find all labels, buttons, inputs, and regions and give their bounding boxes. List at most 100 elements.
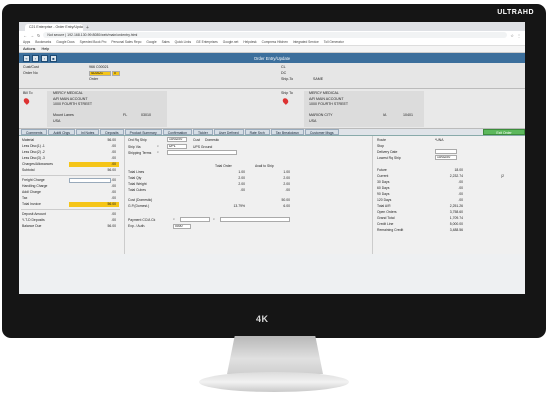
totals-label: Balance Due xyxy=(22,224,42,228)
order-tab[interactable]: Comments xyxy=(21,129,48,135)
monitor-stand-neck xyxy=(227,336,323,374)
aging-value: .00 xyxy=(458,198,463,202)
address-panel: Bill To MERCY MEDICAL A/R MAIN ACCOUNT 1… xyxy=(19,89,525,129)
bookmark-item[interactable]: Integrated Service xyxy=(293,40,319,44)
payment-desc-field[interactable] xyxy=(220,217,290,222)
exp-field[interactable]: 0000 xyxy=(173,224,191,229)
brand-label: ULTRAHD xyxy=(497,9,534,16)
ship-to-name: MERCY MEDICAL xyxy=(309,91,339,95)
bill-to-state: FL xyxy=(123,113,128,117)
ship-to-label: Ship-To xyxy=(281,77,294,81)
order-tab[interactable]: Product Summary xyxy=(124,129,162,135)
bookmark-item[interactable]: Speeded Book Pro xyxy=(80,40,107,44)
payment-field[interactable] xyxy=(180,217,210,222)
location-pin-icon xyxy=(281,97,290,105)
order-suffix-field[interactable]: 0 xyxy=(112,71,120,76)
grid-total: 1.00 xyxy=(238,170,245,174)
bookmark-item[interactable]: Bookmarks xyxy=(35,40,51,44)
bookmark-item[interactable]: GE Enterprises xyxy=(196,40,218,44)
order-no-label: Order No xyxy=(23,71,38,75)
divider xyxy=(21,175,120,176)
totals-value: .00 xyxy=(111,144,116,148)
menu-actions[interactable]: Actions xyxy=(23,47,35,51)
aging-label: 90 Days xyxy=(377,192,390,196)
order-tab[interactable]: Confirmation xyxy=(162,129,192,135)
bookmark-item[interactable]: Personal Sales Repo xyxy=(111,40,141,44)
photo-stage: ULTRAHD 4K C21 Enterprise - Order Entry/… xyxy=(0,0,548,411)
bookmark-item[interactable]: Google Docs xyxy=(56,40,74,44)
grid-avail: 1.00 xyxy=(283,170,290,174)
order-tab[interactable]: Customer Msgs xyxy=(304,129,339,135)
back-icon[interactable]: ← xyxy=(23,33,27,38)
totals-label: Subtotal xyxy=(22,168,35,172)
totals-value: .00 xyxy=(111,150,116,154)
grid-label: Total Qty xyxy=(128,176,142,180)
delivery-date-field[interactable] xyxy=(435,149,457,154)
order-tab[interactable]: User Defined xyxy=(213,129,244,135)
exit-order-button[interactable]: Exit Order xyxy=(483,129,525,135)
aging-label: 30 Days xyxy=(377,180,390,184)
aging-label: 120 Days xyxy=(377,198,392,202)
bookmarks-bar: Apps Bookmarks Google Docs Speeded Book Pro… xyxy=(19,39,525,46)
bill-to-line2: 1000 FOURTH STREET xyxy=(53,102,93,106)
bookmark-item[interactable]: Apps xyxy=(23,40,30,44)
reload-icon[interactable]: ↻ xyxy=(37,33,40,38)
new-tab-button[interactable]: + xyxy=(86,25,89,31)
freight-input[interactable] xyxy=(69,177,111,183)
order-tab[interactable]: Tax Breakdown xyxy=(270,129,304,135)
aging-label: Current xyxy=(377,174,389,178)
aging-value: 2,232.74 xyxy=(449,174,463,178)
browser-urlbar: ← → ↻ Not secure | 192.168.130.99:8080/w… xyxy=(19,31,525,39)
totals-value: .00 xyxy=(111,196,116,200)
order-no-field[interactable]: 4C0021 xyxy=(89,71,111,76)
browser-tab[interactable]: C21 Enterprise - Order Entry/Update xyxy=(25,24,83,31)
totals-label: Addl Charge xyxy=(22,190,41,194)
bookmark-item[interactable]: Google xyxy=(146,40,156,44)
star-icon[interactable]: ☆ xyxy=(510,33,514,38)
order-body: Material 56.00 Less Disc(1) -1 .00 Less Disc… xyxy=(19,136,525,254)
aging-value: .00 xyxy=(458,180,463,184)
totals-value: 56.00 xyxy=(107,168,117,172)
bookmark-item[interactable]: Compress Hitchen xyxy=(262,40,288,44)
bookmark-item[interactable]: Google.net xyxy=(223,40,239,44)
grid-total: .00 xyxy=(240,188,245,192)
order-tab[interactable]: Tickler xyxy=(192,129,213,135)
bill-to-city: Mount Lanes xyxy=(53,113,74,117)
screen: C21 Enterprise - Order Entry/Update + ← … xyxy=(19,22,525,294)
monitor-stand-base xyxy=(199,372,349,392)
route-value: *UNA xyxy=(435,138,444,142)
totals-value: .00 xyxy=(111,162,116,166)
ship-to-state: IA xyxy=(383,113,387,117)
ord-ship-date[interactable]: 10/02/20 xyxy=(167,137,187,142)
aging-value: 5,000.00 xyxy=(449,222,463,226)
search-icon[interactable]: ⌕ xyxy=(213,217,215,221)
shipping-terms-field[interactable] xyxy=(167,150,237,155)
grid-label: Total Lines xyxy=(128,170,145,174)
dc-label: DC xyxy=(281,71,287,75)
search-icon[interactable]: ⌕ xyxy=(157,150,159,154)
bookmark-item[interactable]: Sales xyxy=(162,40,170,44)
aging-value: 1,709.74 xyxy=(449,216,463,220)
lowest-rq-ship-field[interactable]: 10/02/20 xyxy=(435,155,457,160)
totals-value: 56.00 xyxy=(107,202,117,206)
order-tab[interactable]: Deposits xyxy=(100,129,124,135)
menu-dots-icon[interactable]: ⋮ xyxy=(517,33,521,38)
order-tab[interactable]: Inl Notes xyxy=(76,129,100,135)
app-menubar: Actions Help xyxy=(19,46,525,53)
cost-value: 50.00 xyxy=(281,198,291,202)
bookmark-item[interactable]: Toll Generator xyxy=(324,40,344,44)
order-tab[interactable]: Rate Srch xyxy=(244,129,270,135)
order-field: Order xyxy=(89,77,99,81)
forward-icon[interactable]: → xyxy=(30,33,34,38)
grid-avail: 2.00 xyxy=(283,182,290,186)
side-value: (2 xyxy=(501,174,505,178)
bookmark-item[interactable]: Quick Links xyxy=(175,40,191,44)
ship-via-field[interactable]: UP1 xyxy=(167,144,187,149)
search-icon[interactable]: ⌕ xyxy=(173,217,175,221)
address-bar[interactable]: Not secure | 192.168.130.99:8080/web/mai… xyxy=(43,32,508,38)
totals-label: Less Disc(2) -2 xyxy=(22,150,45,154)
search-icon[interactable]: ⌕ xyxy=(157,144,159,148)
bookmark-item[interactable]: Helpdesk xyxy=(243,40,256,44)
menu-help[interactable]: Help xyxy=(41,47,49,51)
order-tab[interactable]: Addtl Chgs xyxy=(48,129,75,135)
